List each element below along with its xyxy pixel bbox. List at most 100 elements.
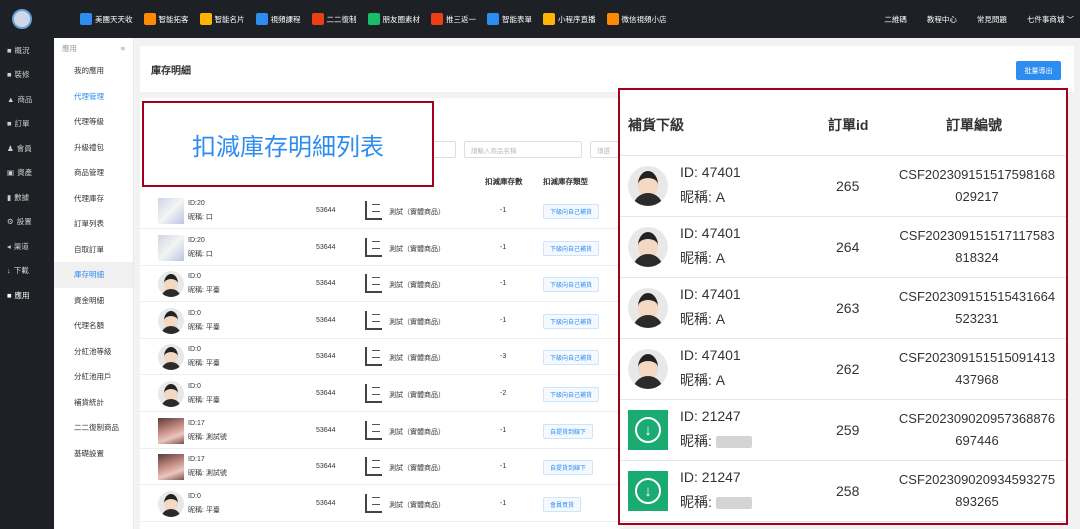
row-user-nickname: 昵稱: 平臺: [188, 323, 220, 331]
row-number: 53644: [316, 353, 336, 361]
top-nav-label: 微信視頻小店: [621, 14, 667, 24]
top-nav-item[interactable]: 小程序直播: [543, 13, 596, 25]
subnav-item[interactable]: 升級禮包: [54, 135, 133, 161]
leftnav-item[interactable]: ■ 訂單: [0, 112, 54, 137]
top-nav-item[interactable]: 二二復制: [311, 13, 357, 25]
subnav-item[interactable]: 我的應用: [54, 58, 133, 84]
row-user-id: ID:17: [188, 456, 205, 464]
filter-select[interactable]: 請選: [590, 141, 620, 158]
subnav-item[interactable]: 分紅池用戶: [54, 364, 133, 390]
row-product: 測試（實體商品）: [389, 209, 445, 216]
page-header: 庫存明細 批量導出: [140, 46, 1074, 92]
leftnav-item[interactable]: ■ 應用: [0, 283, 54, 308]
subnav-item[interactable]: 補貨統計: [54, 390, 133, 416]
table-row: ID:0 昵稱: 平臺 53644 測試（實體商品） -2 下級向自己補貨: [140, 376, 620, 412]
leftnav-item[interactable]: ↓ 下載: [0, 259, 54, 284]
top-nav-item[interactable]: 智能表單: [487, 13, 532, 25]
order-number: CSF202309151515091413 437968: [892, 347, 1062, 391]
leftnav-item[interactable]: ■ 裝修: [0, 63, 54, 88]
row-user-id: ID:0: [188, 383, 201, 390]
top-nav-item[interactable]: 推三返一: [431, 13, 476, 25]
page-title: 庫存明細: [151, 65, 191, 77]
subnav-item[interactable]: 二二復制商品: [54, 415, 133, 441]
top-nav-item[interactable]: 智能名片: [199, 13, 245, 25]
app-icon: [431, 13, 443, 25]
table-row: ID:0 昵稱: 平臺 53644 測試（實體商品） -1 下級向自己補貨: [140, 266, 620, 303]
user-avatar: [628, 349, 668, 389]
leftnav-item[interactable]: ⚙ 設置: [0, 210, 54, 235]
redacted-nickname: [715, 497, 752, 510]
product-name-input[interactable]: 請輸入商品名稱: [464, 141, 582, 158]
product-icon: [365, 420, 382, 440]
subnav-item[interactable]: 資金明細: [54, 288, 133, 314]
subnav-item[interactable]: 商品管理: [54, 160, 133, 186]
row-number: 53644: [316, 316, 336, 324]
col-header-order-no: 訂單編號: [946, 117, 1002, 133]
logo-icon: [12, 9, 32, 29]
order-number-line1: CSF202309020934593275: [898, 472, 1056, 487]
app-logo[interactable]: [0, 0, 44, 38]
row-deduct-qty: -3: [500, 353, 507, 361]
download-avatar: ↓: [628, 471, 668, 511]
bulk-export-button[interactable]: 批量導出: [1016, 61, 1061, 80]
user-avatar: [158, 234, 184, 261]
leftnav-item[interactable]: ◂ 渠道: [0, 234, 54, 259]
subnav-item[interactable]: 代理名額: [54, 313, 133, 339]
subordinate-nickname-text: 昵稱:: [680, 494, 712, 510]
subnav-item[interactable]: 庫存明細: [54, 262, 133, 288]
top-nav-item[interactable]: 朋友圈素材: [367, 13, 420, 25]
subordinate-id: ID: 47401: [680, 225, 741, 241]
subordinate-nickname: 昵稱:: [680, 431, 752, 451]
top-nav-item[interactable]: 微信視頻小店: [606, 13, 667, 25]
top-bar: 美團天天收 智能拓客 智能名片 視頻課程 二二復制 朋友圈素材 推三返一 智能表單 小程序直播 微…: [0, 0, 1080, 38]
leftnav-item[interactable]: ▣ 資產: [0, 161, 54, 186]
leftnav-label: 渠道: [13, 241, 29, 251]
product-icon: [365, 384, 382, 403]
row-product: 測試（實體商品）: [389, 245, 445, 253]
subnav-item[interactable]: 代理管理: [54, 84, 133, 110]
user-avatar: [158, 344, 184, 371]
col-header-subordinate: 補貨下級: [628, 117, 684, 133]
subnav-item[interactable]: 代理等級: [54, 109, 133, 135]
row-deduct-type: 下級向自己補貨: [543, 204, 600, 219]
subnav-item[interactable]: 訂單列表: [54, 211, 133, 237]
row-deduct-type: 下級向自己補貨: [543, 350, 600, 366]
top-nav-item[interactable]: 智能拓客: [143, 13, 189, 25]
leftnav-item[interactable]: ♟ 會員: [0, 136, 54, 161]
nav-icon: ■: [7, 45, 12, 55]
row-product: 測試（實體商品）: [389, 392, 445, 399]
subordinate-row: ID: 47401 昵稱: A 264 CSF202309151517117583 81…: [620, 217, 1066, 278]
leftnav-label: 資產: [17, 168, 33, 178]
row-user-nickname: 昵稱: 平臺: [188, 287, 220, 295]
leftnav-item[interactable]: ▮ 數據: [0, 185, 54, 210]
subnav-item[interactable]: 自取訂單: [54, 237, 133, 263]
row-number: 53644: [316, 207, 336, 214]
subordinate-row: ↓ ID: 21247 昵稱: 259 CSF202309020957368876 697…: [620, 400, 1066, 461]
redacted-nickname: [715, 436, 752, 449]
leftnav-item[interactable]: ▲ 商品: [0, 87, 54, 112]
leftnav-item[interactable]: ■ 概況: [0, 38, 54, 63]
user-avatar: [158, 454, 184, 481]
subordinate-nickname-text: 昵稱: A: [680, 250, 726, 266]
shop-switcher[interactable]: 七件事商城 ﹀: [1027, 14, 1074, 25]
top-nav-label: 視頻課程: [270, 14, 301, 24]
app-icon: [606, 13, 619, 25]
subnav-item[interactable]: 代理庫存: [54, 186, 133, 212]
subnav-item[interactable]: 基礎設置: [54, 441, 133, 467]
leftnav-label: 概況: [14, 45, 30, 55]
subnav-item[interactable]: 分紅池等級: [54, 339, 133, 365]
collapse-icon[interactable]: ≡: [121, 44, 125, 53]
row-number: 53644: [316, 243, 336, 251]
tutorial-center-link[interactable]: 教程中心: [927, 14, 957, 25]
order-number-line1: CSF202309151517598168: [898, 167, 1056, 182]
row-deduct-qty: -1: [500, 499, 507, 507]
top-nav-item[interactable]: 美團天天收: [80, 13, 133, 25]
nav-icon: ■: [7, 70, 12, 80]
top-nav-item[interactable]: 視頻課程: [255, 13, 301, 25]
top-nav-label: 美團天天收: [95, 14, 133, 24]
user-avatar: [158, 490, 184, 517]
order-id: 265: [836, 178, 860, 194]
faq-link[interactable]: 常見問題: [977, 14, 1007, 25]
qrcode-link[interactable]: 二維碼: [884, 14, 907, 25]
table-row: ID:0 昵稱: 平臺 53644 測試（實體商品） -3 下級向自己補貨: [140, 339, 620, 376]
